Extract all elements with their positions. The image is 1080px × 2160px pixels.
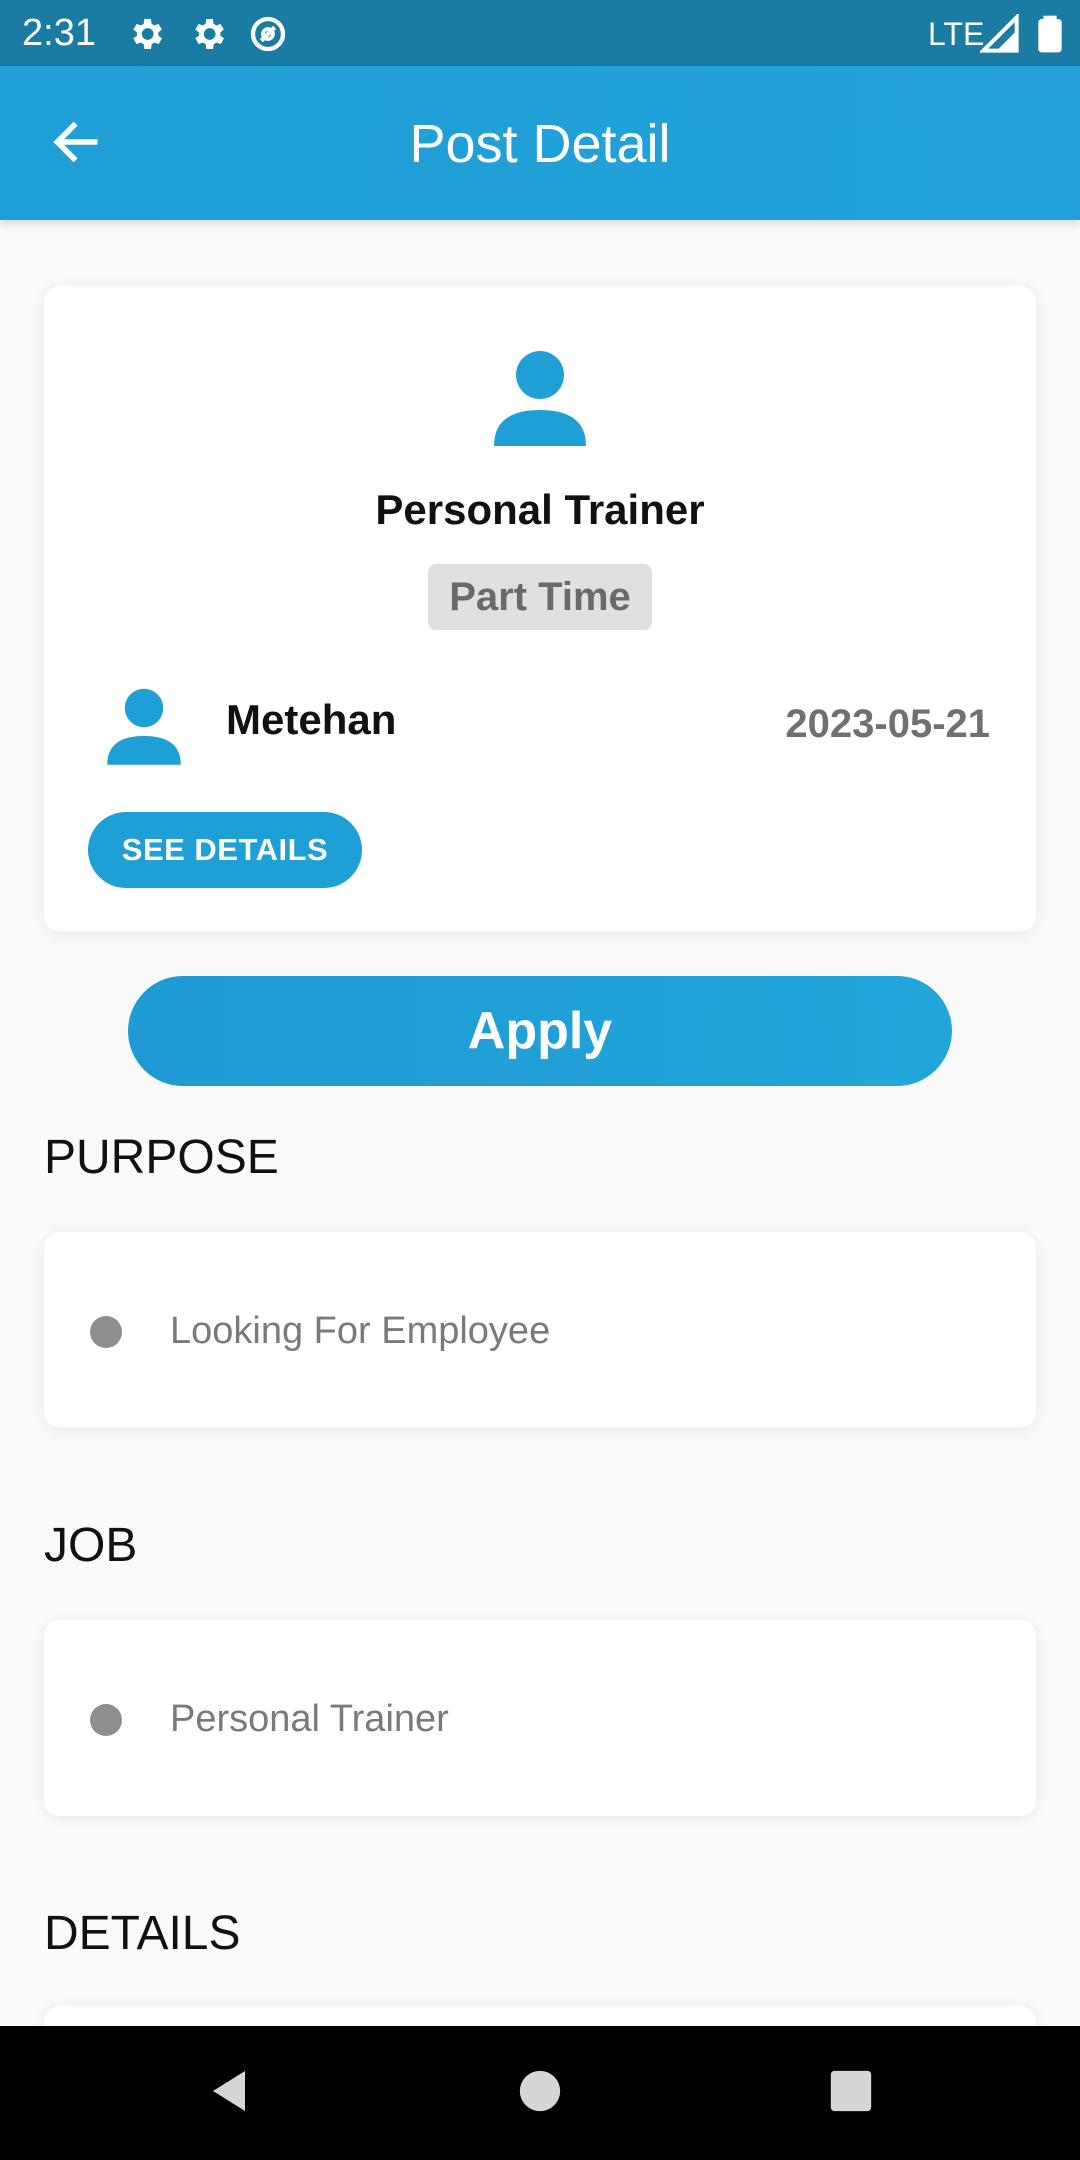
- post-detail-screen: 2:31 LTE Post Detail Personal Trainer Pa…: [0, 0, 1080, 2160]
- apply-button[interactable]: Apply: [128, 976, 952, 1086]
- page-title: Post Detail: [409, 114, 671, 174]
- recents-square-icon: [829, 2069, 873, 2118]
- post-title: Personal Trainer: [375, 486, 705, 533]
- settings-icon: [188, 14, 228, 54]
- app-bar: Post Detail: [0, 66, 1080, 220]
- purpose-card: Looking For Employee: [44, 1232, 1036, 1428]
- purpose-value: Looking For Employee: [170, 1310, 551, 1352]
- bullet-icon: [90, 1316, 122, 1348]
- job-heading: JOB: [44, 1519, 138, 1572]
- details-heading: DETAILS: [44, 1907, 241, 1960]
- post-date: 2023-05-21: [785, 702, 990, 746]
- back-triangle-icon: [205, 2066, 253, 2121]
- person-icon: [490, 350, 590, 450]
- status-time: 2:31: [22, 12, 96, 54]
- status-bar: 2:31 LTE: [0, 0, 1080, 66]
- job-type-badge: Part Time: [428, 564, 652, 630]
- home-circle-icon: [518, 2069, 562, 2118]
- bullet-icon: [90, 1704, 122, 1736]
- job-value: Personal Trainer: [170, 1698, 449, 1740]
- author-avatar-icon: [104, 688, 184, 768]
- purpose-heading: PURPOSE: [44, 1131, 279, 1184]
- network-type: LTE: [928, 16, 985, 52]
- at-sign-icon: [248, 14, 288, 54]
- battery-icon: [1030, 14, 1070, 54]
- nav-recents-button[interactable]: [818, 2060, 884, 2126]
- author-name: Metehan: [226, 696, 397, 743]
- signal-icon: [978, 12, 1020, 54]
- see-details-button[interactable]: SEE DETAILS: [88, 812, 362, 888]
- job-card: Personal Trainer: [44, 1620, 1036, 1816]
- settings-icon: [126, 14, 166, 54]
- nav-home-button[interactable]: [507, 2060, 573, 2126]
- navigation-bar: [0, 2026, 1080, 2160]
- nav-back-button[interactable]: [196, 2060, 262, 2126]
- post-card: Personal Trainer Part Time Metehan 2023-…: [44, 286, 1036, 932]
